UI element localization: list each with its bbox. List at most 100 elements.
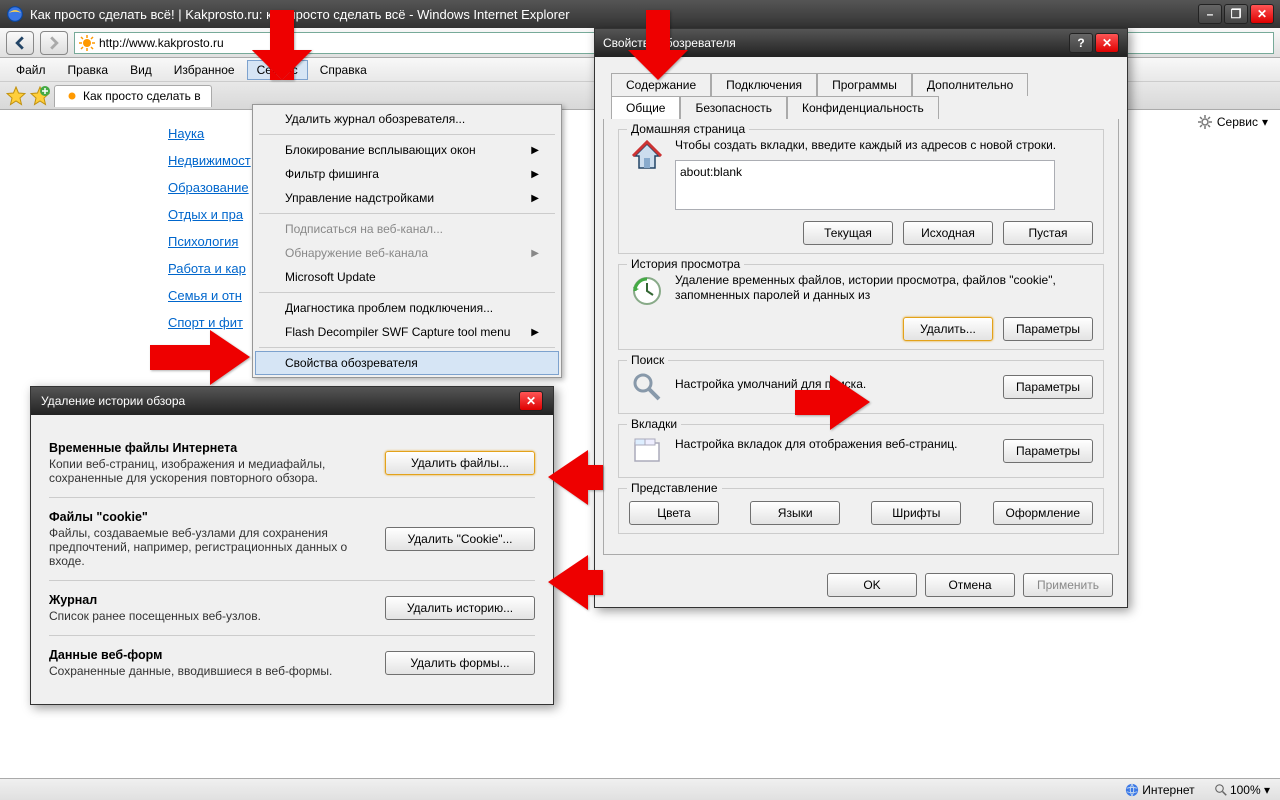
link-leisure[interactable]: Отдых и пра <box>168 201 260 228</box>
help-button[interactable]: ? <box>1069 33 1093 53</box>
link-work[interactable]: Работа и кар <box>168 255 260 282</box>
tabs-params-button[interactable]: Параметры <box>1003 439 1093 463</box>
tutorial-arrow-2 <box>628 10 688 80</box>
homepage-text: Чтобы создать вкладки, введите каждый из… <box>675 138 1093 154</box>
delete-tempfiles-button[interactable]: Удалить файлы... <box>385 451 535 475</box>
delete-journal-button[interactable]: Удалить историю... <box>385 596 535 620</box>
submenu-arrow-icon: ▶ <box>531 169 539 180</box>
submenu-arrow-icon: ▶ <box>531 327 539 338</box>
dialog-titlebar: Удаление истории обзора ✕ <box>31 387 553 415</box>
history-params-button[interactable]: Параметры <box>1003 317 1093 341</box>
tab-programs[interactable]: Программы <box>817 73 912 96</box>
submenu-arrow-icon: ▶ <box>531 145 539 156</box>
history-delete-button[interactable]: Удалить... <box>903 317 993 341</box>
menu-edit[interactable]: Правка <box>58 60 119 80</box>
forward-button[interactable] <box>40 31 68 55</box>
link-family[interactable]: Семья и отн <box>168 282 260 309</box>
languages-button[interactable]: Языки <box>750 501 840 525</box>
menu-connection-diag[interactable]: Диагностика проблем подключения... <box>255 296 559 320</box>
journal-text: Список ранее посещенных веб-узлов. <box>49 609 261 623</box>
homepage-group: Домашняя страница Чтобы создать вкладки,… <box>618 129 1104 254</box>
journal-heading: Журнал <box>49 593 365 607</box>
appearance-legend: Представление <box>627 481 722 495</box>
temp-files-heading: Временные файлы Интернета <box>49 441 365 455</box>
tools-menu-dropdown: Удалить журнал обозревателя... Блокирова… <box>252 104 562 378</box>
toolbar-right: Сервис ▾ <box>1191 112 1274 132</box>
cancel-button[interactable]: Отмена <box>925 573 1015 597</box>
dialog-close-button[interactable]: ✕ <box>1095 33 1119 53</box>
tabs-icon <box>629 433 665 469</box>
search-params-button[interactable]: Параметры <box>1003 375 1093 399</box>
menu-popup-blocker[interactable]: Блокирование всплывающих окон▶ <box>255 138 559 162</box>
menu-file[interactable]: Файл <box>6 60 56 80</box>
link-education[interactable]: Образование <box>168 174 260 201</box>
tutorial-arrow-5 <box>548 555 603 610</box>
tab-connections[interactable]: Подключения <box>711 73 817 96</box>
delete-cookies-button[interactable]: Удалить "Cookie"... <box>385 527 535 551</box>
tools-dropdown-button[interactable]: Сервис ▾ <box>1191 112 1274 132</box>
chevron-down-icon: ▾ <box>1262 115 1268 129</box>
tabs-legend: Вкладки <box>627 417 681 431</box>
link-realestate[interactable]: Недвижимост <box>168 147 260 174</box>
cookies-text: Файлы, создаваемые веб-узлами для сохран… <box>49 526 347 568</box>
minimize-button[interactable]: – <box>1198 4 1222 24</box>
zone-label: Интернет <box>1125 783 1195 797</box>
forms-section: Данные веб-форм Сохраненные данные, ввод… <box>49 636 535 690</box>
submenu-arrow-icon: ▶ <box>531 248 539 259</box>
tutorial-arrow-4 <box>548 450 603 505</box>
window-title: Как просто сделать всё! | Kakprosto.ru: … <box>30 7 1198 22</box>
url-text: http://www.kakprosto.ru <box>99 36 224 50</box>
link-psychology[interactable]: Психология <box>168 228 260 255</box>
temp-files-section: Временные файлы Интернета Копии веб-стра… <box>49 429 535 498</box>
tab-general[interactable]: Общие <box>611 96 680 119</box>
tabs-text: Настройка вкладок для отображения веб-ст… <box>675 433 993 453</box>
submenu-arrow-icon: ▶ <box>531 193 539 204</box>
menu-favorites[interactable]: Избранное <box>164 60 245 80</box>
tab-advanced[interactable]: Дополнительно <box>912 73 1028 96</box>
browser-tab[interactable]: Как просто сделать в <box>54 85 212 107</box>
cookies-section: Файлы "cookie" Файлы, создаваемые веб-уз… <box>49 498 535 581</box>
dialog-title: Удаление истории обзора <box>41 394 185 408</box>
menu-phishing-filter[interactable]: Фильтр фишинга▶ <box>255 162 559 186</box>
delete-forms-button[interactable]: Удалить формы... <box>385 651 535 675</box>
dialog-close-button[interactable]: ✕ <box>519 391 543 411</box>
fonts-button[interactable]: Шрифты <box>871 501 961 525</box>
menu-delete-history[interactable]: Удалить журнал обозревателя... <box>255 107 559 131</box>
link-science[interactable]: Наука <box>168 120 260 147</box>
menu-feed-discovery: Обнаружение веб-канала▶ <box>255 241 559 265</box>
homepage-legend: Домашняя страница <box>627 122 749 136</box>
apply-button[interactable]: Применить <box>1023 573 1113 597</box>
forms-heading: Данные веб-форм <box>49 648 365 662</box>
zoom-label[interactable]: 100% ▾ <box>1215 783 1270 797</box>
colors-button[interactable]: Цвета <box>629 501 719 525</box>
ok-button[interactable]: OK <box>827 573 917 597</box>
menu-help[interactable]: Справка <box>310 60 377 80</box>
menu-manage-addons[interactable]: Управление надстройками▶ <box>255 186 559 210</box>
maximize-button[interactable]: ❐ <box>1224 4 1248 24</box>
gear-icon <box>1197 114 1213 130</box>
close-button[interactable]: ✕ <box>1250 4 1274 24</box>
tools-label: Сервис <box>1217 115 1258 129</box>
menu-internet-options[interactable]: Свойства обозревателя <box>255 351 559 375</box>
menu-flash-decompiler[interactable]: Flash Decompiler SWF Capture tool menu▶ <box>255 320 559 344</box>
menu-view[interactable]: Вид <box>120 60 162 80</box>
menu-ms-update[interactable]: Microsoft Update <box>255 265 559 289</box>
tab-privacy[interactable]: Конфиденциальность <box>787 96 939 119</box>
homepage-default-button[interactable]: Исходная <box>903 221 993 245</box>
menu-subscribe-feed: Подписаться на веб-канал... <box>255 217 559 241</box>
back-button[interactable] <box>6 31 34 55</box>
homepage-current-button[interactable]: Текущая <box>803 221 893 245</box>
search-magnifier-icon <box>629 369 665 405</box>
internet-options-dialog: Свойства обозревателя ? ✕ Содержание Под… <box>594 28 1128 608</box>
favorites-star-icon[interactable] <box>6 86 26 106</box>
tab-security[interactable]: Безопасность <box>680 96 787 119</box>
history-clock-icon <box>629 273 665 309</box>
history-group: История просмотра Удаление временных фай… <box>618 264 1104 350</box>
journal-section: Журнал Список ранее посещенных веб-узлов… <box>49 581 535 636</box>
homepage-textarea[interactable] <box>675 160 1055 210</box>
homepage-blank-button[interactable]: Пустая <box>1003 221 1093 245</box>
add-favorite-icon[interactable] <box>30 86 50 106</box>
tutorial-arrow-6 <box>795 375 870 430</box>
accessibility-button[interactable]: Оформление <box>993 501 1093 525</box>
temp-files-text: Копии веб-страниц, изображения и медиафа… <box>49 457 325 485</box>
